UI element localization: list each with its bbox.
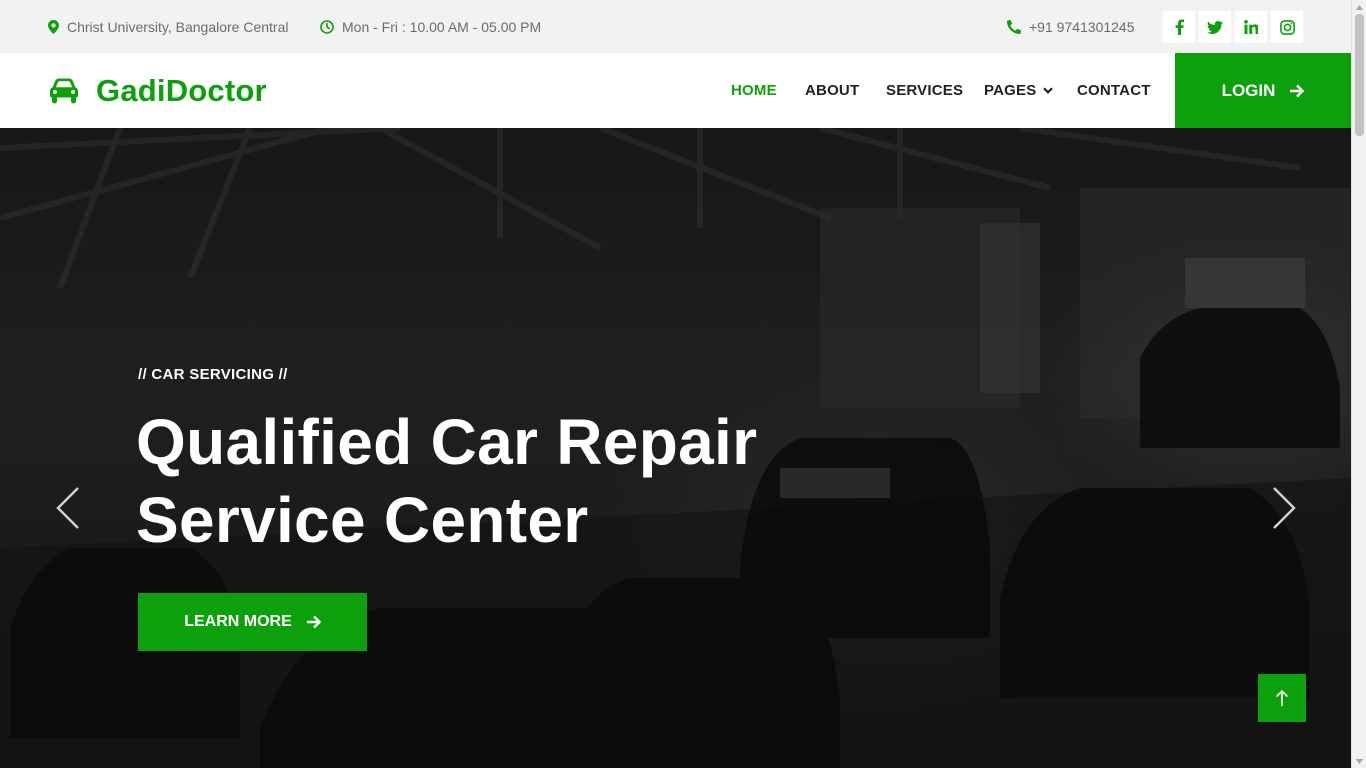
learn-more-button[interactable]: LEARN MORE [138,593,367,651]
chevron-left-icon [56,487,79,529]
arrow-right-icon [306,615,321,629]
linkedin-icon [1244,20,1258,34]
address-text: Christ University, Bangalore Central [67,18,289,35]
brand-logo[interactable]: GadiDoctor [48,53,267,128]
facebook-icon [1175,19,1184,35]
arrow-right-icon [1290,84,1305,97]
nav-about[interactable]: ABOUT [805,53,859,128]
hero-eyebrow: // CAR SERVICING // [138,366,288,383]
phone-info[interactable]: +91 9741301245 [1007,0,1135,53]
login-label: LOGIN [1221,80,1276,100]
hero-headline: Qualified Car Repair Service Center [136,403,836,559]
twitter-link[interactable] [1199,11,1231,43]
nav-services[interactable]: SERVICES [886,53,963,128]
twitter-icon [1207,20,1223,34]
hours-info: Mon - Fri : 10.00 AM - 05.00 PM [320,0,541,53]
hero-headline-line-1: Qualified Car Repair [136,406,758,478]
instagram-icon [1279,19,1295,35]
top-info-bar: Christ University, Bangalore Central Mon… [0,0,1351,53]
chevron-down-icon [1043,87,1054,94]
scrollbar-thumb[interactable] [1355,14,1364,136]
hero-carousel: // CAR SERVICING // Qualified Car Repair… [0,128,1351,768]
phone-text: +91 9741301245 [1029,18,1135,35]
linkedin-link[interactable] [1235,11,1267,43]
scroll-down-arrow[interactable] [1352,754,1366,768]
learn-more-label: LEARN MORE [184,613,292,630]
main-navbar: GadiDoctor HOME ABOUT SERVICES PAGES CON… [0,53,1351,128]
facebook-link[interactable] [1163,11,1195,43]
brand-name: GadiDoctor [96,72,267,108]
clock-icon [320,19,334,34]
carousel-next-button[interactable] [1268,486,1298,530]
nav-contact[interactable]: CONTACT [1077,53,1151,128]
address-info: Christ University, Bangalore Central [48,0,289,53]
nav-home[interactable]: HOME [731,53,777,128]
scroll-up-arrow[interactable] [1352,0,1366,14]
hero-headline-line-2: Service Center [136,484,589,556]
nav-pages-label: PAGES [984,82,1037,99]
carousel-prev-button[interactable] [54,486,84,530]
hours-text: Mon - Fri : 10.00 AM - 05.00 PM [342,18,542,35]
phone-icon [1007,19,1021,34]
triangle-up-icon [1356,4,1363,10]
instagram-link[interactable] [1271,11,1303,43]
map-pin-icon [48,19,59,34]
arrow-up-icon [1275,689,1289,706]
triangle-down-icon [1356,758,1363,764]
back-to-top-button[interactable] [1258,674,1306,722]
login-button[interactable]: LOGIN [1175,53,1351,128]
nav-pages[interactable]: PAGES [984,53,1054,128]
car-icon [50,78,78,103]
chevron-right-icon [1273,487,1296,529]
page-scrollbar[interactable] [1351,0,1366,768]
